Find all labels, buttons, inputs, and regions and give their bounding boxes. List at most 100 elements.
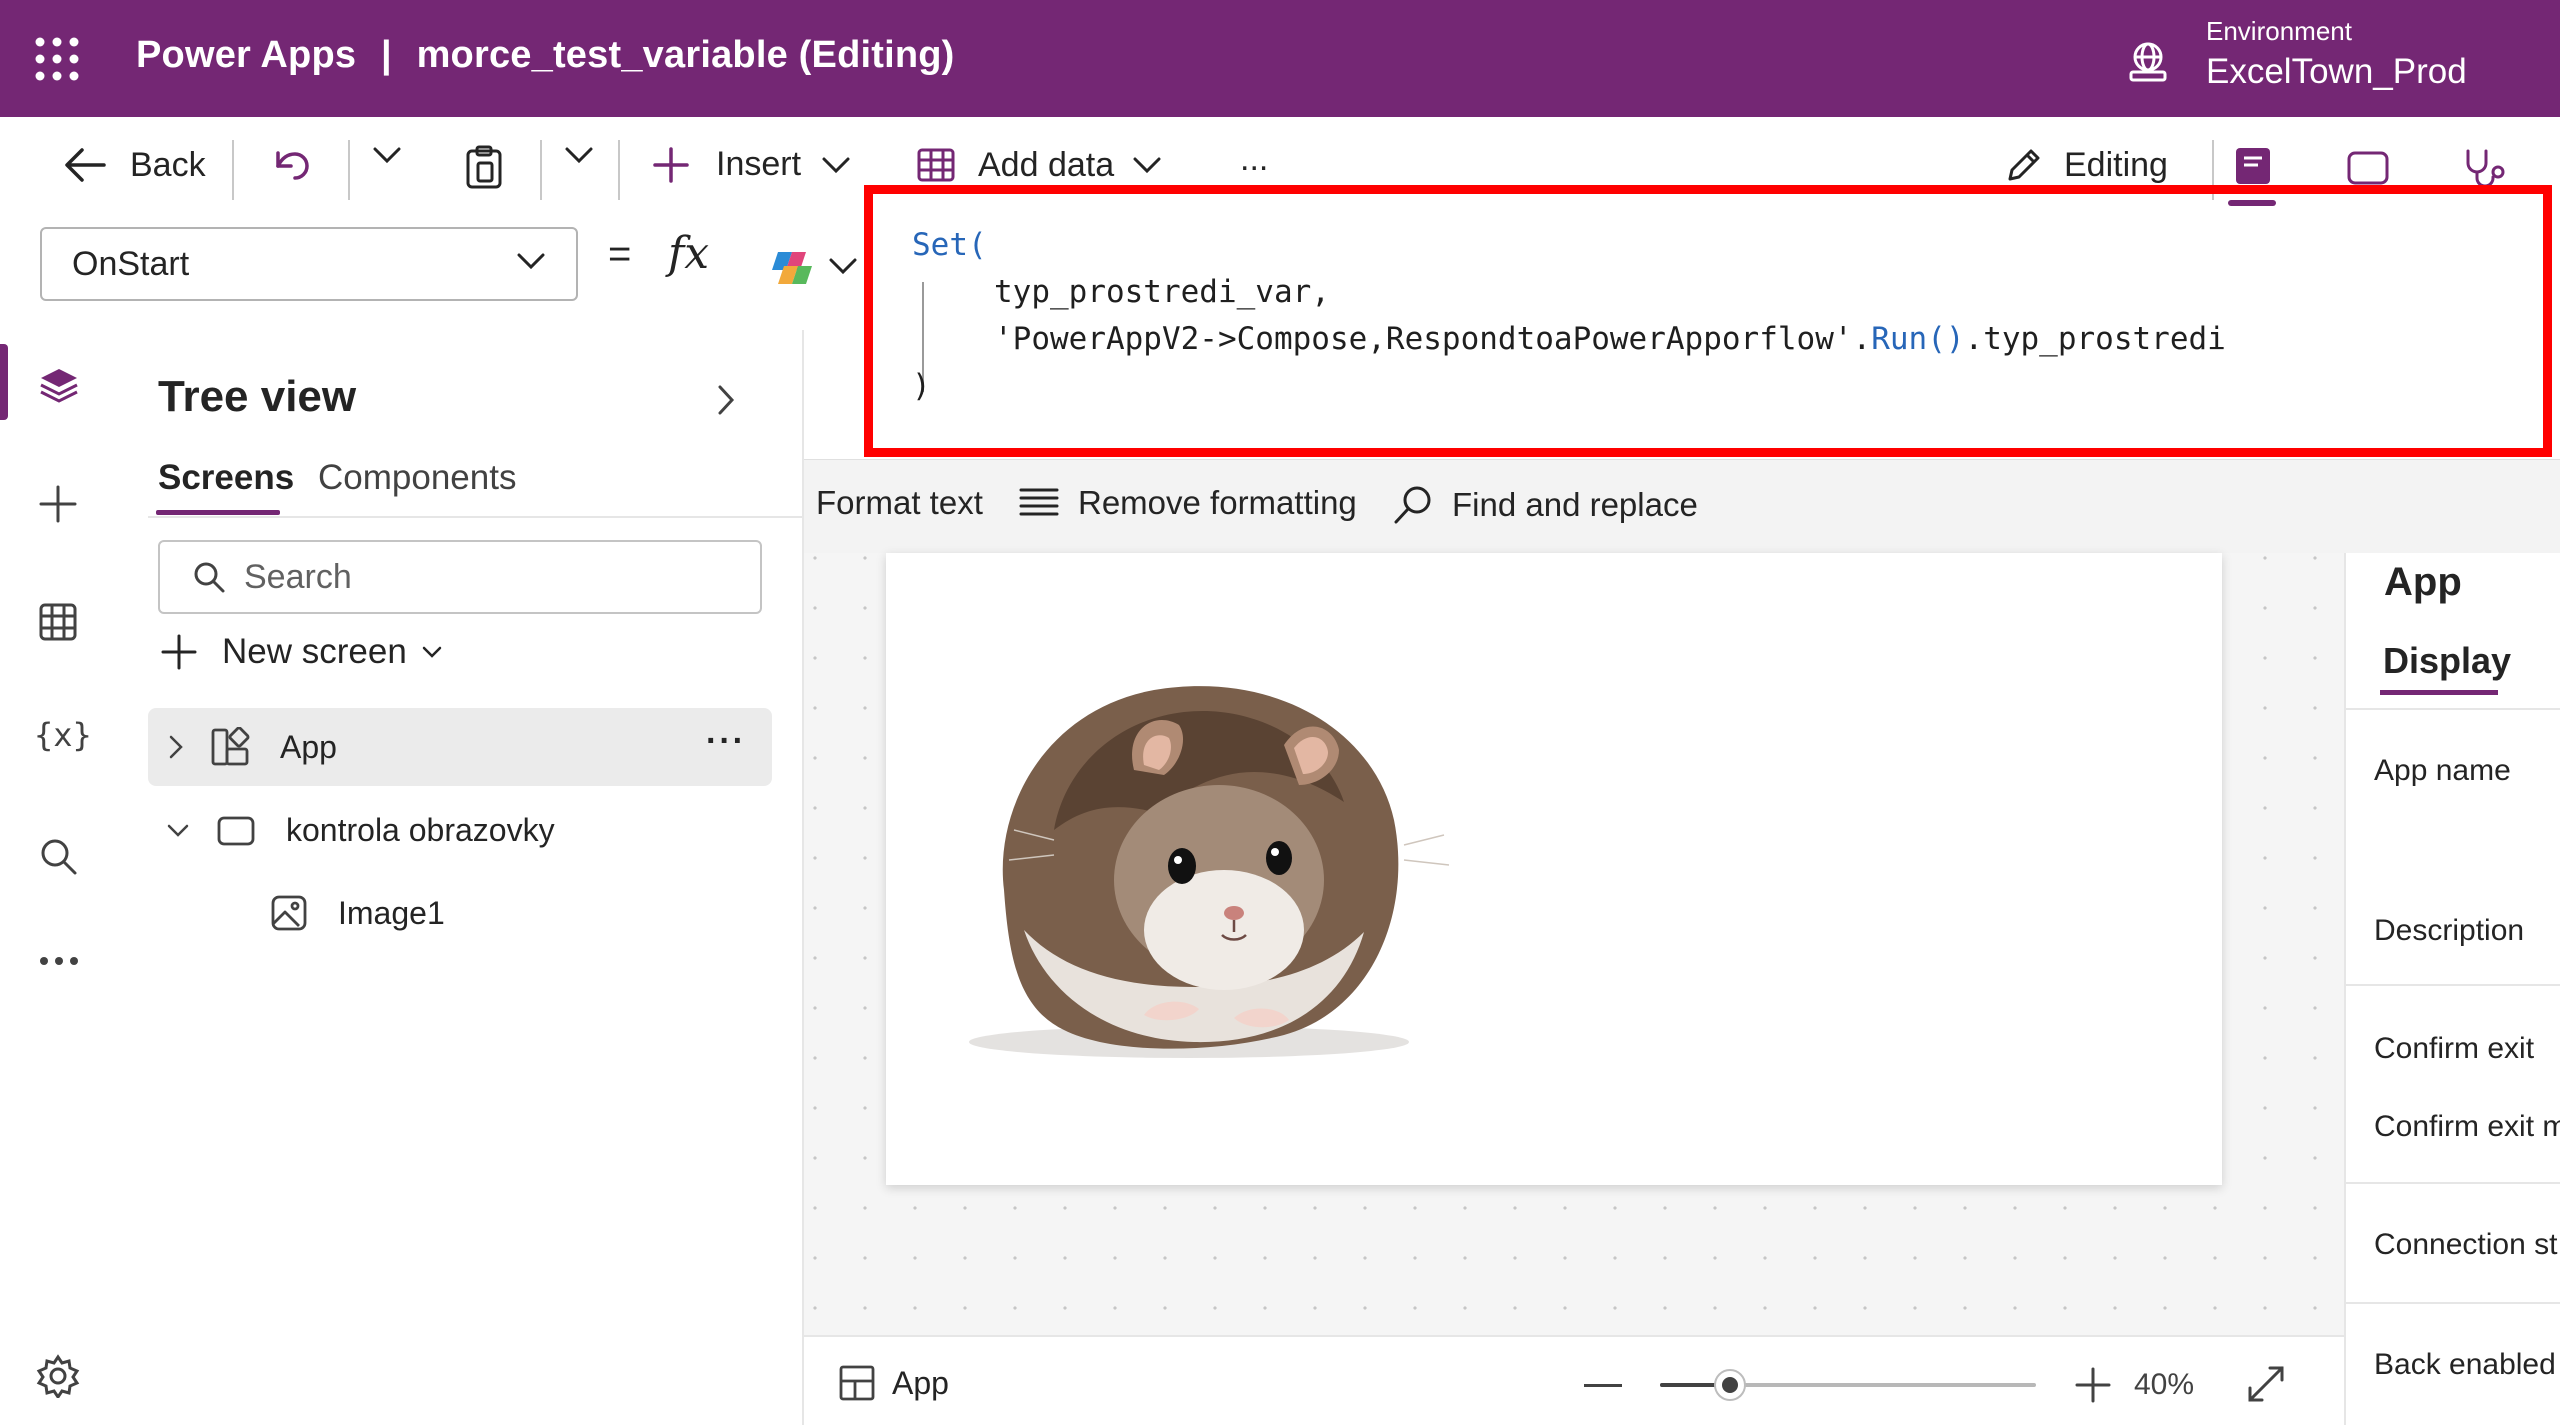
table-icon [916, 145, 956, 185]
zoom-in-button[interactable] [2074, 1366, 2112, 1404]
copilot-menu-button[interactable] [828, 256, 858, 276]
tree-item-image[interactable]: Image1 [270, 894, 445, 932]
image-icon [270, 894, 308, 932]
plus-icon [2074, 1366, 2112, 1404]
app-component-icon [838, 1364, 876, 1402]
back-arrow-icon [62, 145, 108, 185]
screen-selector-label: App [892, 1364, 949, 1401]
chevron-down-icon[interactable] [166, 823, 190, 839]
insert-button[interactable]: Insert [652, 145, 851, 184]
expand-icon [2246, 1364, 2286, 1404]
tree-search-input[interactable]: Search [158, 540, 762, 614]
fx-icon: fx [668, 228, 710, 279]
undo-button[interactable] [270, 145, 312, 187]
comment-button[interactable] [2346, 150, 2390, 188]
environment-icon[interactable] [2126, 40, 2170, 84]
screen-icon [216, 815, 256, 847]
tree-item-more-button[interactable]: ··· [706, 722, 746, 761]
divider [540, 140, 542, 200]
more-commands-button[interactable]: ... [1240, 140, 1268, 179]
app-checker-button[interactable] [2462, 148, 2506, 188]
tab-screens[interactable]: Screens [158, 458, 294, 498]
tab-components[interactable]: Components [318, 458, 516, 498]
undo-menu-button[interactable] [372, 145, 402, 165]
add-icon [652, 146, 690, 184]
chevron-down-icon [564, 145, 594, 165]
chevron-right-icon[interactable] [168, 734, 184, 760]
screen-selector[interactable]: App [838, 1364, 949, 1402]
chevron-down-icon [516, 251, 546, 271]
back-label: Back [130, 145, 206, 184]
active-tab-underline [156, 510, 280, 515]
fit-to-window-button[interactable] [2246, 1364, 2286, 1404]
paste-button[interactable] [464, 145, 504, 189]
find-replace-label: Find and replace [1452, 486, 1698, 523]
plus-icon [160, 633, 198, 671]
title-separator: | [380, 34, 392, 76]
format-text-label: Format text [816, 484, 983, 521]
property-dropdown-value: OnStart [72, 244, 190, 283]
product-name: Power Apps [136, 34, 357, 76]
tree-item-label: kontrola obrazovky [286, 812, 555, 848]
variables-nav[interactable]: {x} [34, 716, 92, 754]
app-component-icon [210, 727, 250, 767]
tree-view-nav[interactable] [38, 366, 80, 404]
environment-value[interactable]: ExcelTown_Prod [2206, 52, 2467, 92]
divider [348, 140, 350, 200]
copilot-button[interactable] [768, 246, 816, 290]
search-icon [38, 836, 78, 876]
back-button[interactable]: Back [62, 145, 206, 185]
divider [2346, 1302, 2560, 1304]
editing-button[interactable]: Editing [2004, 145, 2168, 185]
add-data-label: Add data [978, 145, 1115, 184]
tree-item-label: Image1 [338, 894, 445, 931]
prop-app-name: App name [2374, 754, 2511, 787]
tree-item-screen[interactable]: kontrola obrazovky [166, 812, 555, 849]
highlight-box [864, 185, 2552, 457]
chevron-down-icon [372, 145, 402, 165]
insert-nav[interactable] [38, 484, 78, 524]
pencil-icon [2004, 145, 2044, 185]
editing-label: Editing [2064, 145, 2168, 184]
paste-menu-button[interactable] [564, 145, 594, 165]
book-button[interactable] [2232, 146, 2274, 188]
more-nav[interactable] [38, 955, 80, 967]
property-dropdown[interactable]: OnStart [40, 227, 578, 301]
remove-formatting-icon [1018, 486, 1060, 520]
minus-icon [1584, 1384, 1622, 1388]
new-screen-button[interactable]: New screen [160, 632, 443, 672]
settings-nav[interactable] [36, 1354, 80, 1398]
layers-icon [38, 366, 80, 404]
collapse-panel-button[interactable] [716, 384, 736, 416]
chevron-down-icon [1132, 155, 1162, 175]
divider [2346, 1182, 2560, 1184]
new-screen-label: New screen [222, 632, 407, 671]
properties-panel [2344, 553, 2560, 1425]
search-icon [192, 560, 226, 594]
tree-view-title: Tree view [158, 372, 357, 421]
tab-display[interactable]: Display [2383, 640, 2511, 682]
tree-item-label: App [280, 728, 337, 765]
divider [2346, 984, 2560, 986]
status-bar [804, 1335, 2344, 1427]
prop-connection-status: Connection st [2374, 1228, 2558, 1261]
zoom-out-button[interactable] [1584, 1384, 1622, 1388]
find-replace-button[interactable]: Find and replace [1392, 484, 1698, 526]
remove-formatting-button[interactable]: Remove formatting [1018, 484, 1357, 522]
equals-sign: = [608, 232, 632, 276]
app-launcher-icon[interactable] [34, 36, 80, 82]
search-icon [1392, 484, 1434, 526]
more-icon [38, 955, 80, 967]
variables-icon: {x} [34, 716, 92, 754]
book-icon [2232, 146, 2274, 188]
data-nav[interactable] [38, 602, 78, 642]
add-data-button[interactable]: Add data [916, 145, 1162, 185]
undo-icon [270, 145, 312, 187]
search-nav[interactable] [38, 836, 78, 876]
image1-hamster[interactable] [934, 630, 1454, 1070]
copilot-icon [768, 246, 816, 290]
plus-icon [38, 484, 78, 524]
paste-icon [464, 145, 504, 189]
zoom-slider-thumb[interactable] [1714, 1369, 1746, 1401]
prop-confirm-exit-message: Confirm exit m [2374, 1110, 2560, 1143]
